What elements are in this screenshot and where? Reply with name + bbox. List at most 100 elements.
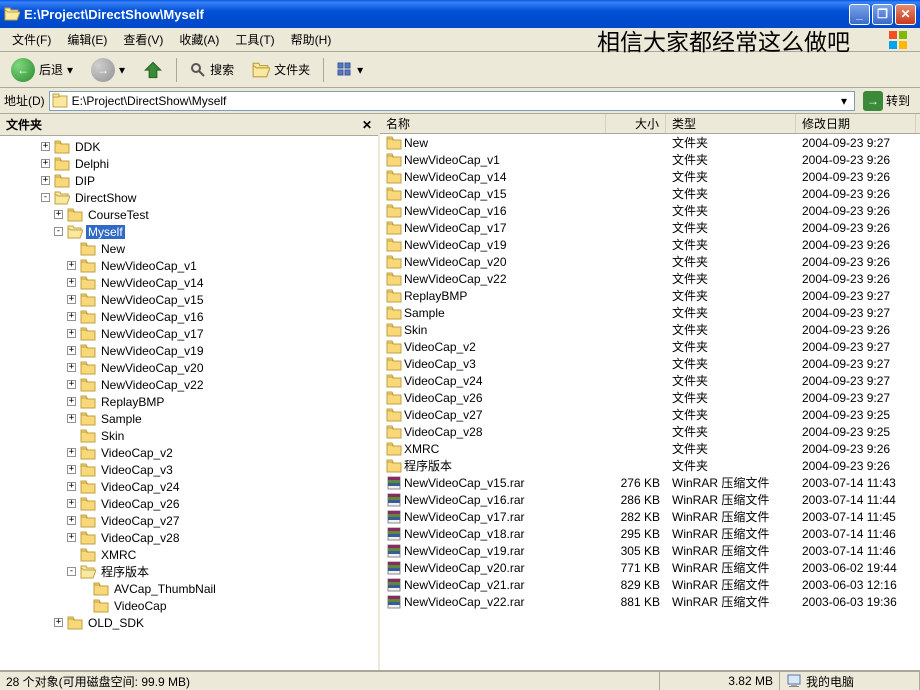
forward-button[interactable]: → ▾ <box>84 55 132 85</box>
menu-item[interactable]: 编辑(E) <box>59 29 115 50</box>
tree-toggle[interactable]: + <box>54 618 63 627</box>
column-type[interactable]: 类型 <box>666 114 796 133</box>
tree-node[interactable]: +DDK <box>2 138 376 155</box>
tree-node[interactable]: +NewVideoCap_v19 <box>2 342 376 359</box>
tree-toggle[interactable]: + <box>67 346 76 355</box>
list-row[interactable]: New文件夹2004-09-23 9:27 <box>380 134 920 151</box>
tree-toggle[interactable]: + <box>67 261 76 270</box>
tree-node[interactable]: +NewVideoCap_v16 <box>2 308 376 325</box>
column-size[interactable]: 大小 <box>606 114 666 133</box>
tree-toggle[interactable]: + <box>67 448 76 457</box>
tree-node[interactable]: New <box>2 240 376 257</box>
tree-node[interactable]: +CourseTest <box>2 206 376 223</box>
dropdown-icon[interactable]: ▾ <box>841 94 847 108</box>
views-button[interactable]: ▾ <box>330 55 370 85</box>
list-row[interactable]: VideoCap_v24文件夹2004-09-23 9:27 <box>380 372 920 389</box>
list-row[interactable]: 程序版本文件夹2004-09-23 9:26 <box>380 457 920 474</box>
tree-toggle[interactable]: + <box>67 465 76 474</box>
tree-toggle[interactable]: + <box>67 397 76 406</box>
tree-toggle[interactable]: + <box>67 312 76 321</box>
menu-item[interactable]: 工具(T) <box>227 29 282 50</box>
list-row[interactable]: Sample文件夹2004-09-23 9:27 <box>380 304 920 321</box>
tree-node[interactable]: +NewVideoCap_v20 <box>2 359 376 376</box>
list-row[interactable]: ReplayBMP文件夹2004-09-23 9:27 <box>380 287 920 304</box>
tree-node[interactable]: +NewVideoCap_v17 <box>2 325 376 342</box>
go-button[interactable]: → 转到 <box>857 91 916 111</box>
tree-node[interactable]: +NewVideoCap_v14 <box>2 274 376 291</box>
tree-toggle[interactable]: - <box>54 227 63 236</box>
tree-toggle[interactable]: - <box>41 193 50 202</box>
column-date[interactable]: 修改日期 <box>796 114 916 133</box>
tree-node[interactable]: +Delphi <box>2 155 376 172</box>
list-row[interactable]: VideoCap_v3文件夹2004-09-23 9:27 <box>380 355 920 372</box>
tree-node[interactable]: -程序版本 <box>2 563 376 580</box>
tree-node[interactable]: -DirectShow <box>2 189 376 206</box>
list-row[interactable]: NewVideoCap_v22.rar881 KBWinRAR 压缩文件2003… <box>380 593 920 610</box>
list-row[interactable]: NewVideoCap_v21.rar829 KBWinRAR 压缩文件2003… <box>380 576 920 593</box>
list-row[interactable]: NewVideoCap_v16文件夹2004-09-23 9:26 <box>380 202 920 219</box>
address-input[interactable] <box>49 91 855 111</box>
close-button[interactable]: ✕ <box>895 4 916 25</box>
menu-item[interactable]: 收藏(A) <box>171 29 227 50</box>
tree-node[interactable]: +Sample <box>2 410 376 427</box>
list-row[interactable]: NewVideoCap_v19.rar305 KBWinRAR 压缩文件2003… <box>380 542 920 559</box>
tree-toggle[interactable]: + <box>41 176 50 185</box>
tree-toggle[interactable]: + <box>67 499 76 508</box>
tree-toggle[interactable]: + <box>41 159 50 168</box>
list-row[interactable]: NewVideoCap_v15文件夹2004-09-23 9:26 <box>380 185 920 202</box>
tree-node[interactable]: +NewVideoCap_v1 <box>2 257 376 274</box>
list-row[interactable]: NewVideoCap_v17.rar282 KBWinRAR 压缩文件2003… <box>380 508 920 525</box>
search-button[interactable]: 搜索 <box>183 55 241 85</box>
list-row[interactable]: NewVideoCap_v15.rar276 KBWinRAR 压缩文件2003… <box>380 474 920 491</box>
list-row[interactable]: Skin文件夹2004-09-23 9:26 <box>380 321 920 338</box>
tree-toggle[interactable]: + <box>67 295 76 304</box>
tree-toggle[interactable]: + <box>67 363 76 372</box>
tree-toggle[interactable]: + <box>67 278 76 287</box>
list-row[interactable]: VideoCap_v26文件夹2004-09-23 9:27 <box>380 389 920 406</box>
list-row[interactable]: VideoCap_v27文件夹2004-09-23 9:25 <box>380 406 920 423</box>
tree-toggle[interactable]: - <box>67 567 76 576</box>
list-row[interactable]: NewVideoCap_v22文件夹2004-09-23 9:26 <box>380 270 920 287</box>
tree-toggle[interactable]: + <box>67 414 76 423</box>
tree-node[interactable]: +VideoCap_v28 <box>2 529 376 546</box>
sidebar-close-button[interactable]: ✕ <box>362 118 372 132</box>
up-button[interactable] <box>136 55 170 85</box>
list-row[interactable]: NewVideoCap_v19文件夹2004-09-23 9:26 <box>380 236 920 253</box>
tree-toggle[interactable]: + <box>67 533 76 542</box>
tree-node[interactable]: +VideoCap_v3 <box>2 461 376 478</box>
menu-item[interactable]: 查看(V) <box>115 29 171 50</box>
tree-toggle[interactable]: + <box>67 380 76 389</box>
list-row[interactable]: NewVideoCap_v20文件夹2004-09-23 9:26 <box>380 253 920 270</box>
tree-node[interactable]: +NewVideoCap_v22 <box>2 376 376 393</box>
list-row[interactable]: NewVideoCap_v16.rar286 KBWinRAR 压缩文件2003… <box>380 491 920 508</box>
tree-node[interactable]: VideoCap <box>2 597 376 614</box>
tree-node[interactable]: +ReplayBMP <box>2 393 376 410</box>
folder-tree[interactable]: +DDK+Delphi+DIP-DirectShow+CourseTest-My… <box>0 136 378 670</box>
minimize-button[interactable]: _ <box>849 4 870 25</box>
tree-node[interactable]: +VideoCap_v2 <box>2 444 376 461</box>
tree-node[interactable]: +VideoCap_v24 <box>2 478 376 495</box>
list-row[interactable]: NewVideoCap_v14文件夹2004-09-23 9:26 <box>380 168 920 185</box>
tree-node[interactable]: +NewVideoCap_v15 <box>2 291 376 308</box>
tree-toggle[interactable]: + <box>41 142 50 151</box>
tree-toggle[interactable]: + <box>67 516 76 525</box>
tree-toggle[interactable]: + <box>54 210 63 219</box>
tree-node[interactable]: XMRC <box>2 546 376 563</box>
list-row[interactable]: VideoCap_v2文件夹2004-09-23 9:27 <box>380 338 920 355</box>
column-name[interactable]: 名称 <box>380 114 606 133</box>
tree-node[interactable]: AVCap_ThumbNail <box>2 580 376 597</box>
list-row[interactable]: NewVideoCap_v17文件夹2004-09-23 9:26 <box>380 219 920 236</box>
maximize-button[interactable]: ❐ <box>872 4 893 25</box>
tree-node[interactable]: +OLD_SDK <box>2 614 376 631</box>
list-row[interactable]: NewVideoCap_v18.rar295 KBWinRAR 压缩文件2003… <box>380 525 920 542</box>
list-row[interactable]: XMRC文件夹2004-09-23 9:26 <box>380 440 920 457</box>
back-button[interactable]: ← 后退 ▾ <box>4 55 80 85</box>
list-body[interactable]: New文件夹2004-09-23 9:27NewVideoCap_v1文件夹20… <box>380 134 920 670</box>
folders-button[interactable]: 文件夹 <box>245 55 317 85</box>
list-row[interactable]: NewVideoCap_v20.rar771 KBWinRAR 压缩文件2003… <box>380 559 920 576</box>
list-row[interactable]: VideoCap_v28文件夹2004-09-23 9:25 <box>380 423 920 440</box>
menu-item[interactable]: 文件(F) <box>4 29 59 50</box>
list-row[interactable]: NewVideoCap_v1文件夹2004-09-23 9:26 <box>380 151 920 168</box>
tree-node[interactable]: -Myself <box>2 223 376 240</box>
menu-item[interactable]: 帮助(H) <box>283 29 340 50</box>
